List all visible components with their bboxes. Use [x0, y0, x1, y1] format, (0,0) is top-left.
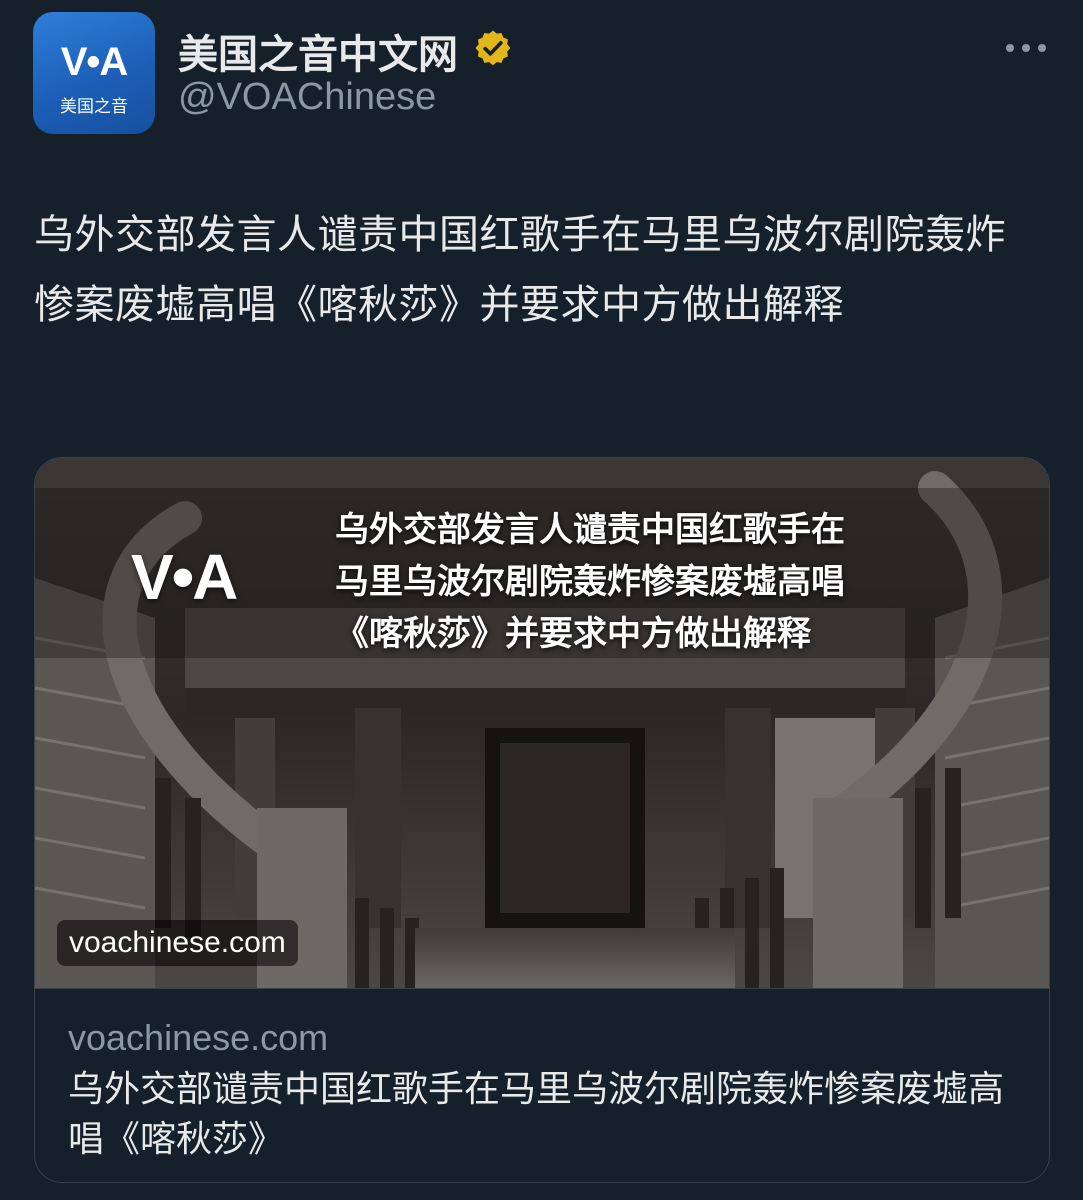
card-title: 乌外交部谴责中国红歌手在马里乌波尔剧院轰炸惨案废墟高唱《喀秋莎》: [68, 1069, 1005, 1160]
card-domain: voachinese.com: [68, 1017, 329, 1058]
avatar-logo-subtitle: 美国之音: [60, 97, 128, 117]
more-dot-icon: [1022, 44, 1030, 52]
more-dot-icon: [1038, 44, 1046, 52]
more-dot-icon: [1006, 44, 1014, 52]
more-options-button[interactable]: [998, 30, 1054, 66]
link-preview-card[interactable]: V•A 乌外交部发言人谴责中国红歌手在 马里乌波尔剧院轰炸惨案废墟高唱 《喀秋莎…: [34, 457, 1050, 1183]
card-meta[interactable]: voachinese.com 乌外交部谴责中国红歌手在马里乌波尔剧院轰炸惨案废墟…: [35, 988, 1049, 1182]
tweet: V•A 美国之音 美国之音中文网 @VOAChinese 乌外交部发言人谴责中国…: [0, 0, 1083, 1200]
image-headline-line: 马里乌波尔剧院轰炸惨案废墟高唱: [335, 562, 845, 602]
image-headline: 乌外交部发言人谴责中国红歌手在 马里乌波尔剧院轰炸惨案废墟高唱 《喀秋莎》并要求…: [335, 504, 955, 660]
tweet-text: 乌外交部发言人谴责中国红歌手在马里乌波尔剧院轰炸惨案废墟高唱《喀秋莎》并要求中方…: [34, 212, 1006, 328]
display-name[interactable]: 美国之音中文网: [178, 22, 458, 80]
verified-badge-icon: [475, 30, 511, 66]
image-voa-logo: V•A: [131, 541, 238, 613]
avatar-logo: V•A: [60, 40, 129, 84]
image-headline-line: 乌外交部发言人谴责中国红歌手在: [335, 510, 845, 550]
image-headline-line: 《喀秋莎》并要求中方做出解释: [335, 614, 811, 654]
avatar[interactable]: V•A 美国之音: [33, 12, 155, 134]
user-handle[interactable]: @VOAChinese: [178, 76, 436, 119]
image-domain-badge: voachinese.com: [57, 920, 298, 966]
card-image[interactable]: V•A 乌外交部发言人谴责中国红歌手在 马里乌波尔剧院轰炸惨案废墟高唱 《喀秋莎…: [35, 458, 1049, 988]
